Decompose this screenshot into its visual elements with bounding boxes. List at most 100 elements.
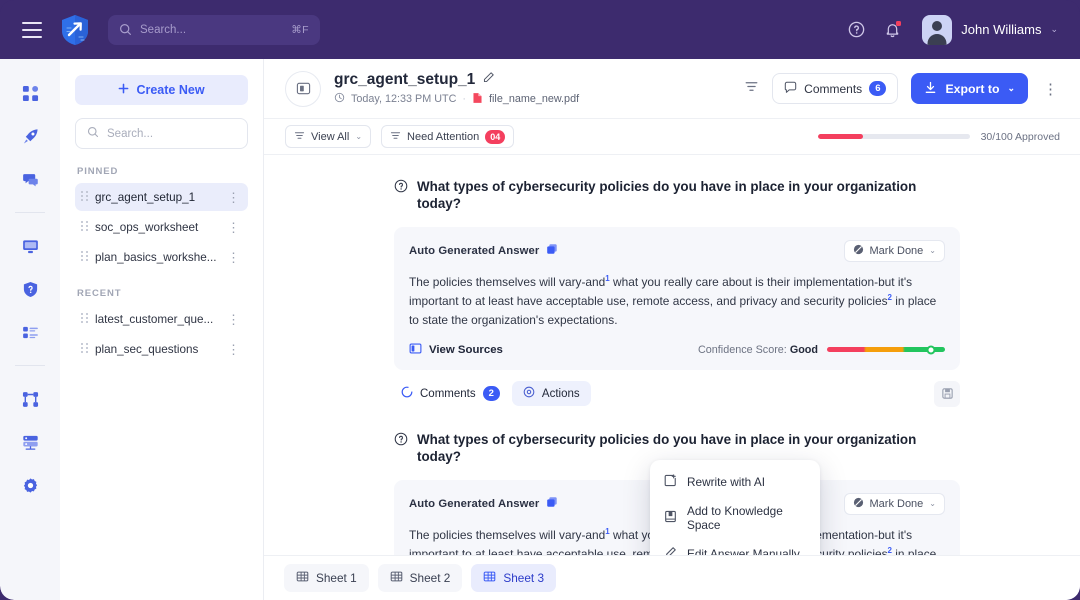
need-attention-filter[interactable]: Need Attention 04: [381, 125, 515, 148]
confidence-value: Good: [789, 343, 818, 356]
help-circle-icon[interactable]: [847, 20, 866, 39]
menu-item-rewrite-with-ai[interactable]: Rewrite with AI: [650, 467, 820, 497]
meta-separator: ·: [462, 93, 467, 105]
dashboard-grid-icon[interactable]: [15, 78, 45, 108]
answer-comments-label: Comments: [420, 387, 476, 400]
filter-toolbar: View All ⌄ Need Attention 04 30/100 Appr…: [264, 119, 1080, 155]
avatar: [922, 14, 953, 45]
copy-icon[interactable]: [546, 495, 558, 513]
sheet-tab-1[interactable]: Sheet 1: [284, 564, 369, 592]
drag-handle-icon[interactable]: [81, 221, 88, 233]
server-stack-icon[interactable]: [15, 427, 45, 457]
file-sidebar: Create New Search... PINNED grc_agent_se…: [60, 59, 264, 600]
sources-panel-icon: [409, 342, 422, 358]
mark-done-button[interactable]: Mark Done ⌄: [843, 239, 945, 262]
sheet-tab-3[interactable]: Sheet 3: [471, 564, 557, 592]
vertical-dots-icon[interactable]: ⋮: [227, 221, 240, 234]
vertical-dots-icon[interactable]: ⋮: [227, 343, 240, 356]
need-attention-count-badge: 04: [485, 129, 506, 144]
actions-label: Actions: [541, 387, 580, 400]
gear-icon: [523, 386, 535, 401]
page-title: grc_agent_setup_1: [334, 70, 476, 88]
create-new-button[interactable]: Create New: [75, 75, 248, 105]
confidence-knob[interactable]: [926, 345, 936, 355]
filter-icon[interactable]: [744, 79, 759, 99]
file-name: latest_customer_que...: [95, 312, 214, 326]
actions-button[interactable]: Actions: [511, 381, 591, 407]
copy-icon[interactable]: [546, 242, 558, 260]
search-placeholder: Search...: [140, 23, 187, 36]
drag-handle-icon[interactable]: [81, 313, 88, 325]
question-text: What types of cybersecurity policies do …: [417, 179, 917, 212]
export-label: Export to: [945, 81, 1000, 96]
need-attention-label: Need Attention: [407, 130, 480, 143]
global-search-input[interactable]: Search... ⌘F: [108, 14, 320, 45]
comment-bubble-icon: [784, 81, 797, 97]
sidebar-item-plan-basics-worksheet[interactable]: plan_basics_workshe... ⋮: [75, 243, 248, 271]
file-name: soc_ops_worksheet: [95, 220, 199, 234]
drag-handle-icon[interactable]: [81, 191, 88, 203]
mark-done-label: Mark Done: [869, 497, 924, 510]
view-all-label: View All: [311, 130, 350, 143]
bell-icon[interactable]: [883, 20, 902, 39]
menu-item-label: Edit Answer Manually: [687, 547, 800, 555]
chevron-down-icon: ⌄: [929, 246, 936, 256]
menu-item-add-to-knowledge-space[interactable]: Add to Knowledge Space: [650, 497, 820, 539]
shield-question-icon[interactable]: [15, 274, 45, 304]
vertical-dots-icon[interactable]: ⋮: [227, 313, 240, 326]
mark-done-button[interactable]: Mark Done ⌄: [843, 492, 945, 515]
vertical-dots-icon[interactable]: ⋮: [227, 251, 240, 264]
vertical-dots-icon[interactable]: ⋮: [1041, 80, 1060, 98]
drag-handle-icon[interactable]: [81, 343, 88, 355]
app-logo[interactable]: [60, 14, 90, 46]
sidebar-item-latest-customer-questions[interactable]: latest_customer_que... ⋮: [75, 305, 248, 333]
sidebar-item-soc-ops-worksheet[interactable]: soc_ops_worksheet ⋮: [75, 213, 248, 241]
drag-handle-icon[interactable]: [81, 251, 88, 263]
answer-card: Auto Generated Answer Mark Done ⌄ The po…: [394, 226, 960, 370]
answer-text-part-1: The policies themselves will vary-and: [409, 527, 606, 542]
rocket-icon[interactable]: [15, 121, 45, 151]
document-header: grc_agent_setup_1 Today, 12:33 PM UTC · …: [264, 59, 1080, 119]
menu-item-edit-answer-manually[interactable]: Edit Answer Manually: [650, 539, 820, 555]
actions-dropdown-menu: Rewrite with AI Add to Knowledge Space E…: [650, 460, 820, 555]
chat-bubbles-icon[interactable]: [15, 164, 45, 194]
sidebar-search-input[interactable]: Search...: [75, 118, 248, 149]
clock-icon: [334, 92, 345, 106]
network-nodes-icon[interactable]: [15, 384, 45, 414]
document-meta: grc_agent_setup_1 Today, 12:33 PM UTC · …: [334, 71, 579, 107]
top-navigation-bar: Search... ⌘F John Williams ⌄: [0, 0, 1080, 59]
view-sources-button[interactable]: View Sources: [409, 342, 503, 358]
comments-button[interactable]: Comments 6: [772, 73, 899, 104]
rewrite-ai-icon: [664, 474, 677, 490]
sidebar-item-plan-sec-questions[interactable]: plan_sec_questions ⋮: [75, 335, 248, 363]
export-to-button[interactable]: Export to ⌄: [911, 73, 1028, 104]
list-tasks-icon[interactable]: [15, 317, 45, 347]
rail-divider: [15, 365, 45, 366]
question-circle-icon: [394, 432, 408, 451]
table-icon: [483, 570, 496, 586]
answer-comments-button[interactable]: Comments 2: [395, 382, 506, 405]
approval-progress: 30/100 Approved: [817, 131, 1060, 143]
user-menu[interactable]: John Williams ⌄: [922, 14, 1058, 45]
filter-icon: [294, 130, 305, 144]
confidence-label: Confidence Score: Good: [698, 344, 818, 356]
question-circle-icon: [394, 179, 408, 198]
pencil-icon[interactable]: [482, 71, 495, 89]
view-all-filter[interactable]: View All ⌄: [285, 125, 372, 148]
confidence-meter: [827, 345, 945, 355]
monitor-icon[interactable]: [15, 231, 45, 261]
hamburger-menu-icon[interactable]: [22, 21, 44, 38]
progress-track: [817, 134, 970, 139]
search-shortcut-hint: ⌘F: [291, 23, 309, 36]
sidebar-item-grc-agent-setup-1[interactable]: grc_agent_setup_1 ⋮: [75, 183, 248, 211]
save-answer-button[interactable]: [934, 380, 960, 407]
plus-icon: [118, 83, 129, 97]
vertical-dots-icon[interactable]: ⋮: [227, 191, 240, 204]
sheet-tab-2[interactable]: Sheet 2: [377, 564, 463, 592]
view-sources-label: View Sources: [429, 343, 503, 356]
gear-icon[interactable]: [15, 470, 45, 500]
top-bar-actions: John Williams ⌄: [847, 14, 1058, 45]
icon-rail: [0, 59, 60, 600]
panel-layout-icon[interactable]: [285, 70, 321, 107]
book-icon: [664, 510, 677, 526]
